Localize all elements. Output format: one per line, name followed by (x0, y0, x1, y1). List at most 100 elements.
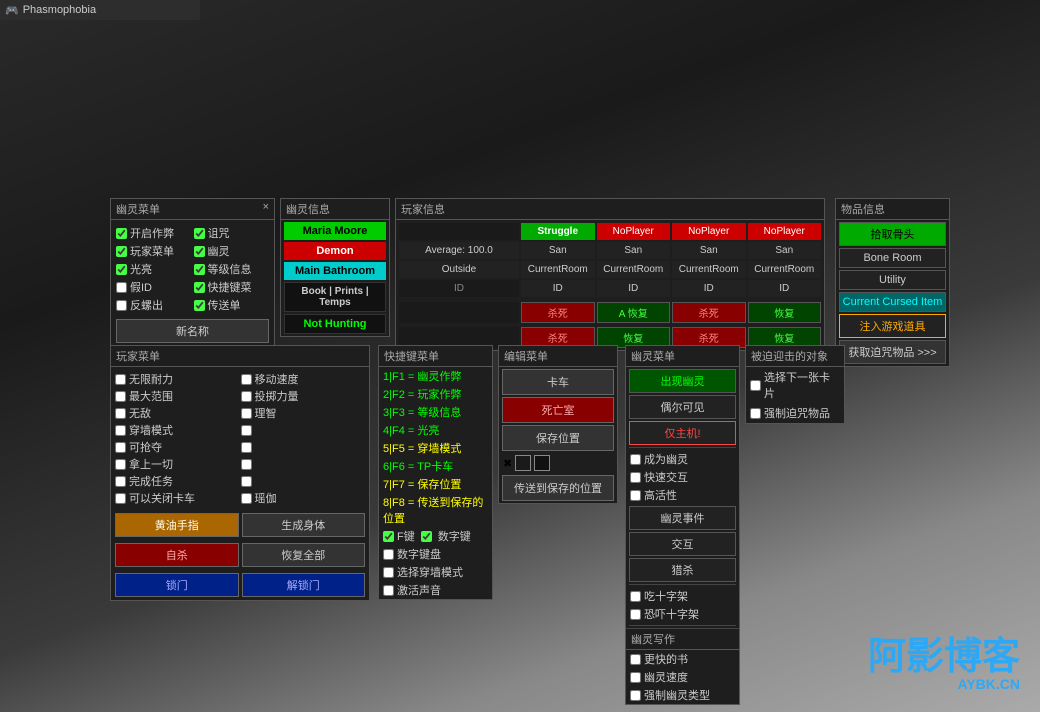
wanjia-checkbox[interactable] (116, 246, 127, 257)
kaiche-checkbox[interactable] (116, 228, 127, 239)
zhouzhou-checkbox[interactable] (194, 228, 205, 239)
jiaid-checkbox[interactable] (116, 282, 127, 293)
butter-fingers-btn[interactable]: 黄油手指 (115, 513, 239, 537)
empty1-cb[interactable] (241, 425, 252, 436)
menu-item-zhouzhou: 诅咒 (194, 225, 270, 241)
san1: San (521, 242, 595, 259)
become-ghost-cb[interactable] (630, 454, 641, 465)
rename-button[interactable]: 新名称 (116, 319, 269, 343)
numpad-cb[interactable] (383, 549, 394, 560)
pm-lizhi: 理智 (241, 405, 366, 421)
next-card-cb[interactable] (750, 380, 761, 391)
youling-checkbox[interactable] (194, 246, 205, 257)
color-box-1[interactable] (515, 455, 531, 471)
hk-check-select: 选择穿墙模式 (379, 563, 492, 581)
cursed-item-btn[interactable]: Current Cursed Item (839, 292, 946, 312)
occasional-visible-btn[interactable]: 偶尔可见 (629, 395, 736, 419)
wuxianneil-cb[interactable] (115, 374, 126, 385)
id-label: ID (399, 280, 519, 297)
numkey-cb[interactable] (421, 531, 432, 542)
hk6: 6|F6 = TP卡车 (379, 457, 492, 475)
fear-cross-cb[interactable] (630, 609, 641, 620)
death-room-btn[interactable]: 死亡室 (502, 397, 614, 423)
appear-ghost-btn[interactable]: 出现幽灵 (629, 369, 736, 393)
sound-cb[interactable] (383, 585, 394, 596)
utility-btn[interactable]: Utility (839, 270, 946, 290)
high-activity-cb[interactable] (630, 490, 641, 501)
dengji-checkbox[interactable] (194, 264, 205, 275)
guangliang-checkbox[interactable] (116, 264, 127, 275)
close-button[interactable]: × (263, 201, 269, 213)
teleport-saved-btn[interactable]: 传送到保存的位置 (502, 475, 614, 501)
outside-cell: Outside (399, 261, 519, 278)
pickup-bone-btn[interactable]: 拾取骨头 (839, 222, 946, 246)
ghost-menu2-header: 幽灵菜单 (626, 346, 739, 367)
chuansong-checkbox[interactable] (194, 300, 205, 311)
save-pos-btn[interactable]: 保存位置 (502, 425, 614, 451)
yidong-cb[interactable] (241, 374, 252, 385)
lizhi-cb[interactable] (241, 408, 252, 419)
pm-empty4 (241, 473, 366, 489)
restore-btn1[interactable]: A 恢复 (597, 302, 671, 323)
kuaijiejian-checkbox[interactable] (194, 282, 205, 293)
hk-check-numpad: 数字键盘 (379, 545, 492, 563)
become-ghost-row: 成为幽灵 (626, 450, 739, 468)
cursed-panel: 被迫迎击的对象 选择下一张卡片 强制迫咒物品 (745, 345, 845, 424)
fast-book-cb[interactable] (630, 654, 641, 665)
hk7: 7|F7 = 保存位置 (379, 475, 492, 493)
ruijia-cb[interactable] (241, 493, 252, 504)
fanluochu-checkbox[interactable] (116, 300, 127, 311)
suicide-btn[interactable]: 自杀 (115, 543, 239, 567)
lock-door-btn[interactable]: 锁门 (115, 573, 239, 597)
pm-empty2 (241, 439, 366, 455)
id3: ID (672, 280, 746, 297)
pm-wancheng: 完成任务 (115, 473, 240, 489)
ghost-speed-cb[interactable] (630, 672, 641, 683)
force-cursed-cb[interactable] (750, 408, 761, 419)
interact-btn[interactable]: 交互 (629, 532, 736, 556)
hotkey-panel: 快捷键菜单 1|F1 = 幽灵作弊 2|F2 = 玩家作弊 3|F3 = 等级信… (378, 345, 493, 600)
host-only-btn[interactable]: 仅主机! (629, 421, 736, 445)
guankaching-cb[interactable] (115, 493, 126, 504)
col-noplayer3: NoPlayer (748, 223, 822, 240)
touzhi-cb[interactable] (241, 391, 252, 402)
empty4-cb[interactable] (241, 476, 252, 487)
kill-btn1[interactable]: 杀死 (521, 302, 595, 323)
force-ghost-type-cb[interactable] (630, 690, 641, 701)
select-cb[interactable] (383, 567, 394, 578)
get-cursed-btn[interactable]: 获取迫咒物品 >>> (839, 340, 946, 364)
kill-btn2[interactable]: 杀死 (672, 302, 746, 323)
eat-cross-cb[interactable] (630, 591, 641, 602)
watermark-sub: AYBK.CN (868, 676, 1020, 692)
hunt-btn[interactable]: 猎杀 (629, 558, 736, 582)
wudi-cb[interactable] (115, 408, 126, 419)
truck-btn[interactable]: 卡车 (502, 369, 614, 395)
menu-item-youling: 幽灵 (194, 243, 270, 259)
inject-item-btn[interactable]: 注入游戏道具 (839, 314, 946, 338)
pm-touzhi: 投掷力量 (241, 388, 366, 404)
ghost-event-btn[interactable]: 幽灵事件 (629, 506, 736, 530)
chuanqiang-cb[interactable] (115, 425, 126, 436)
nashangy-cb[interactable] (115, 459, 126, 470)
unlock-door-btn[interactable]: 解锁门 (242, 573, 366, 597)
zuida-cb[interactable] (115, 391, 126, 402)
high-activity-row: 高活性 (626, 486, 739, 504)
fkey-cb[interactable] (383, 531, 394, 542)
pm-chuanqiang: 穿墙模式 (115, 422, 240, 438)
pm-wuxianneil: 无限耐力 (115, 371, 240, 387)
pm-nashangyi: 拿上一切 (115, 456, 240, 472)
empty3-cb[interactable] (241, 459, 252, 470)
empty2-cb[interactable] (241, 442, 252, 453)
spawn-body-btn[interactable]: 生成身体 (242, 513, 366, 537)
restore-btn2[interactable]: 恢复 (748, 302, 822, 323)
hk-check-fkey: F键 数字键 (379, 527, 492, 545)
color-box-2[interactable] (534, 455, 550, 471)
bone-room-btn[interactable]: Bone Room (839, 248, 946, 268)
restore-all-btn[interactable]: 恢复全部 (242, 543, 366, 567)
keqiang-cb[interactable] (115, 442, 126, 453)
fast-interact-cb[interactable] (630, 472, 641, 483)
menu-item-fanluochu: 反螺出 (116, 297, 192, 313)
pm-ruijia: 瑶伽 (241, 490, 366, 506)
app-title: Phasmophobia (23, 4, 96, 16)
wancheng-cb[interactable] (115, 476, 126, 487)
